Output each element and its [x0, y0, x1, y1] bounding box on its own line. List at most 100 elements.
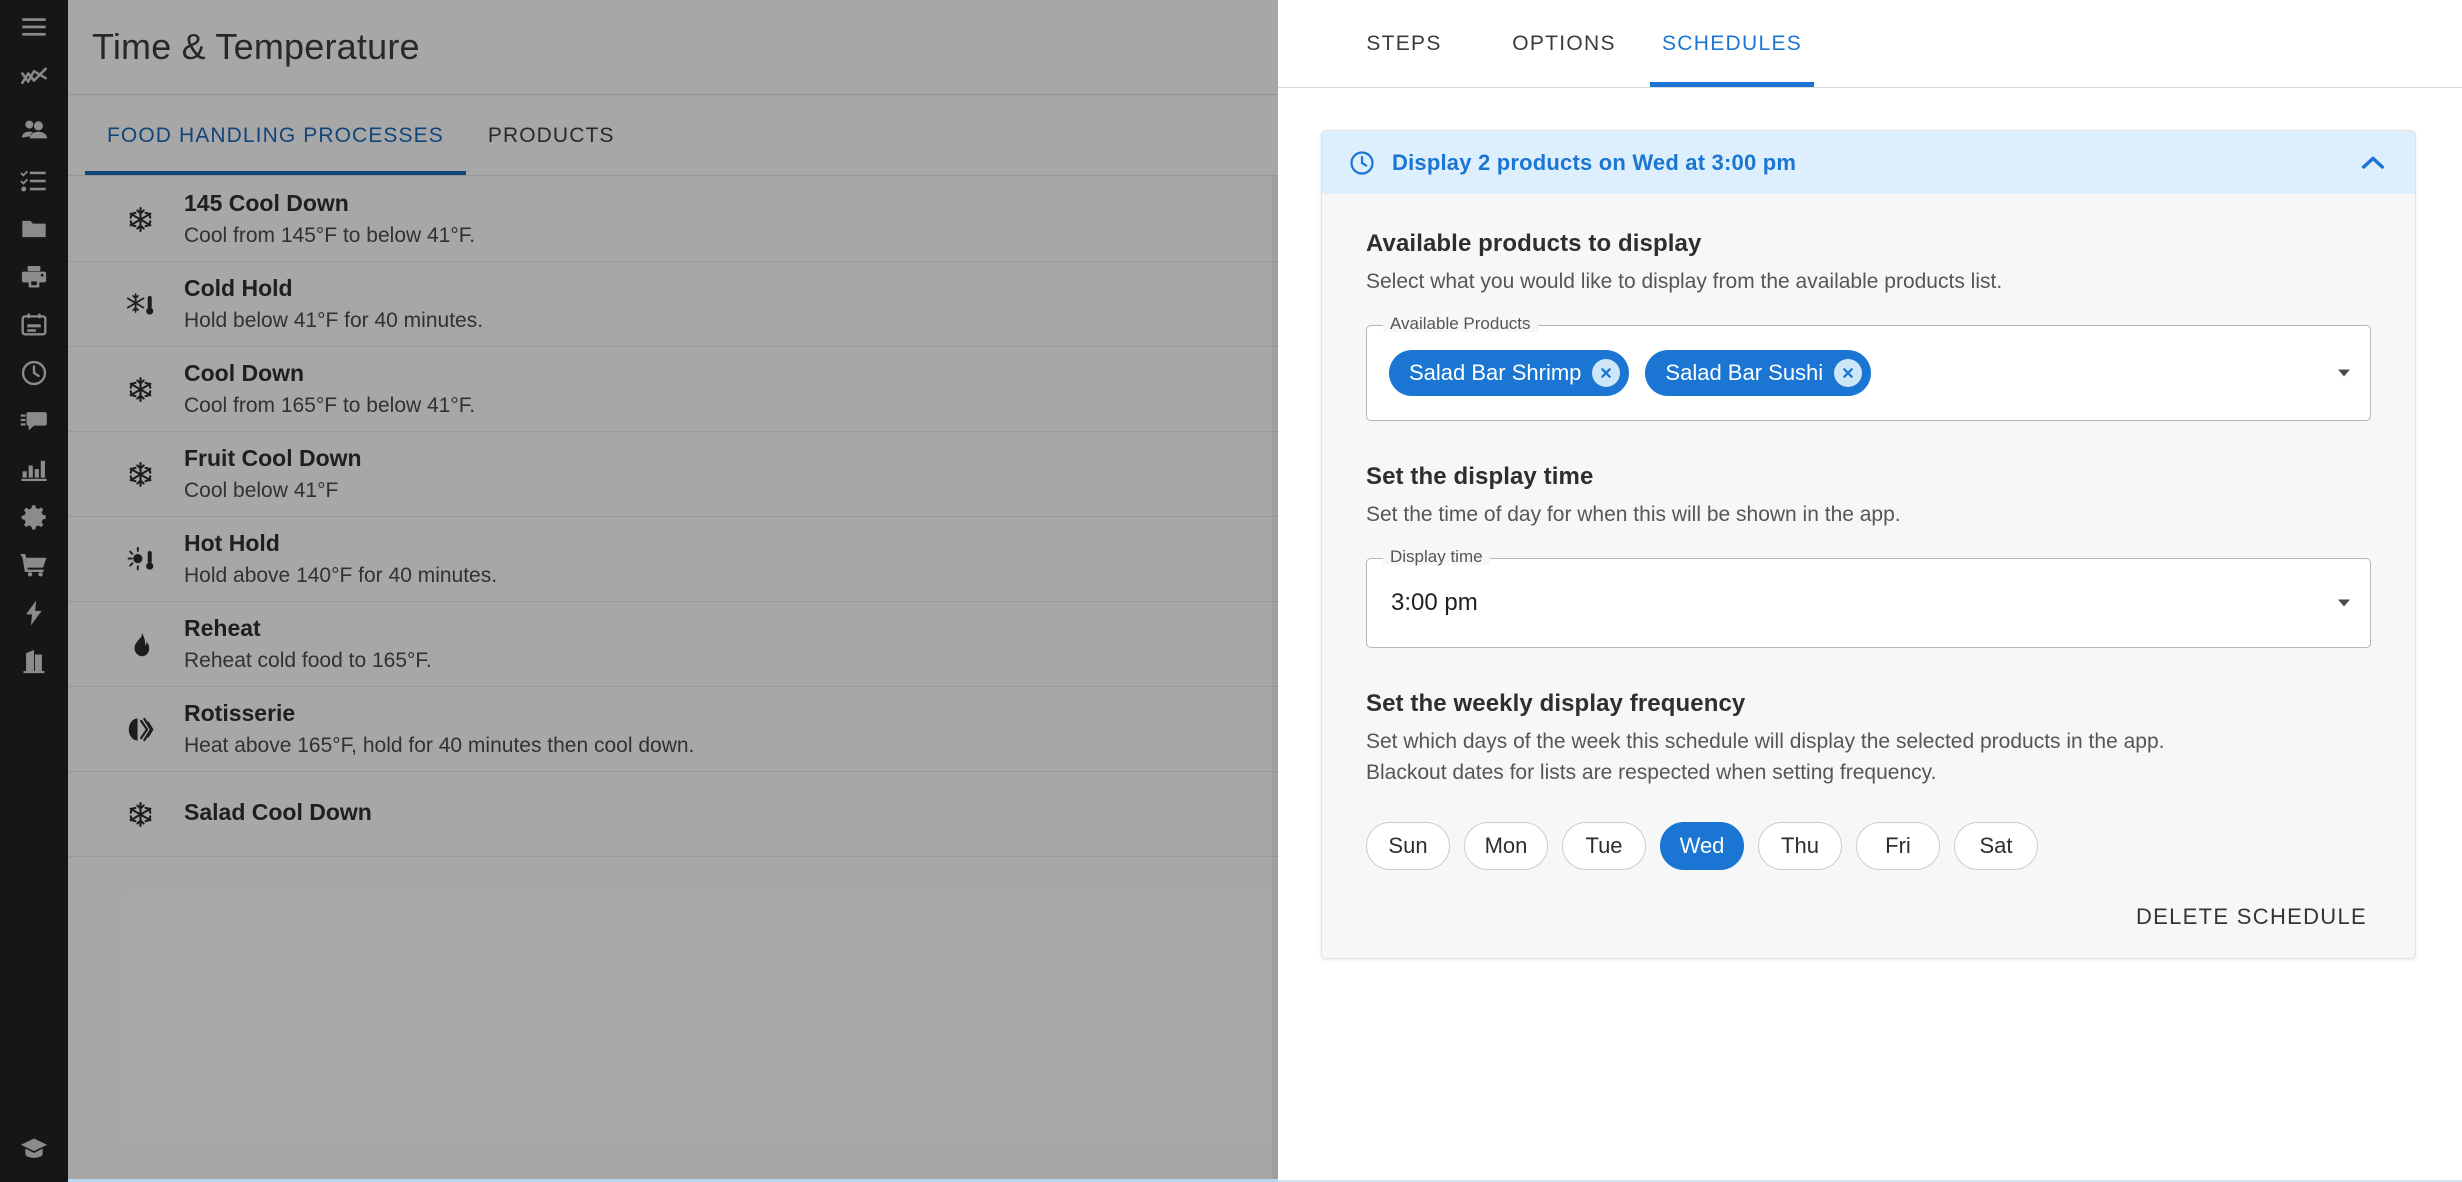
process-row[interactable]: 145 Cool Down Cool from 145°F to below 41…	[68, 177, 1278, 262]
tab-steps[interactable]: STEPS	[1324, 1, 1484, 87]
tab-label: FOOD HANDLING PROCESSES	[107, 124, 444, 147]
rail-item-printers[interactable]	[0, 252, 68, 302]
process-name: Fruit Cool Down	[184, 445, 362, 472]
rail-item-training[interactable]	[0, 1124, 68, 1174]
tab-food-handling-processes[interactable]: FOOD HANDLING PROCESSES	[85, 97, 466, 175]
day-toggle-thu[interactable]: Thu	[1758, 821, 1842, 870]
process-list[interactable]: 145 Cool Down Cool from 145°F to below 41…	[68, 177, 1278, 1182]
shopping-cart-icon	[20, 551, 48, 579]
display-time-field[interactable]: Display time 3:00 pm	[1366, 547, 2371, 648]
process-row[interactable]: Cold Hold Hold below 41°F for 40 minutes.	[68, 262, 1278, 347]
gear-icon	[20, 503, 48, 531]
page-title: Time & Temperature	[92, 26, 420, 67]
process-description: Hold above 140°F for 40 minutes.	[184, 563, 498, 587]
rail-item-reports[interactable]	[0, 444, 68, 494]
product-chip[interactable]: Salad Bar Sushi	[1645, 349, 1872, 396]
rail-item-store[interactable]	[0, 540, 68, 590]
schedule-card: Display 2 products on Wed at 3:00 pm Ava…	[1321, 130, 2416, 959]
rail-item-locations[interactable]	[0, 636, 68, 686]
process-text: Reheat Reheat cold food to 165°F.	[184, 614, 432, 674]
process-row[interactable]: Reheat Reheat cold food to 165°F.	[68, 602, 1278, 687]
rotisserie-icon	[114, 716, 166, 743]
process-description: Hold below 41°F for 40 minutes.	[184, 308, 484, 332]
process-text: Cool Down Cool from 165°F to below 41°F.	[184, 359, 475, 419]
process-text: Fruit Cool Down Cool below 41°F	[184, 444, 362, 504]
panel-body: Display 2 products on Wed at 3:00 pm Ava…	[1278, 89, 2462, 1182]
snowflake-icon	[114, 801, 166, 828]
process-row[interactable]: Salad Cool Down	[68, 772, 1278, 857]
process-description: Reheat cold food to 165°F.	[184, 648, 432, 672]
hamburger-menu-icon	[20, 13, 48, 41]
field-legend: Display time	[1383, 547, 1490, 565]
available-products-field[interactable]: Available Products Salad Bar Shrimp Sala…	[1366, 314, 2371, 421]
display-time-section: Set the display time Set the time of day…	[1366, 463, 2371, 648]
tab-schedules[interactable]: SCHEDULES	[1644, 1, 1820, 87]
rail-item-checklists[interactable]	[0, 156, 68, 206]
delete-schedule-button[interactable]: DELETE SCHEDULE	[2132, 896, 2371, 938]
rail-item-automations[interactable]	[0, 588, 68, 638]
app-root: Time & Temperature FOOD HANDLING PROCESS…	[0, 0, 2462, 1182]
process-description: Heat above 165°F, hold for 40 minutes th…	[184, 733, 695, 757]
caret-down-icon[interactable]	[2338, 599, 2350, 607]
tab-products[interactable]: PRODUCTS	[466, 97, 637, 175]
day-toggle-wed[interactable]: Wed	[1660, 821, 1744, 870]
graduation-cap-icon	[20, 1135, 48, 1163]
rail-item-analytics[interactable]	[0, 52, 68, 102]
day-toggle-mon[interactable]: Mon	[1464, 821, 1548, 870]
snowflake-icon	[114, 461, 166, 488]
schedule-card-body: Available products to display Select wha…	[1322, 194, 2415, 870]
process-text: 145 Cool Down Cool from 145°F to below 41…	[184, 189, 475, 249]
available-products-section: Available products to display Select wha…	[1366, 230, 2371, 421]
rail-item-menu[interactable]	[0, 2, 68, 52]
process-description: Cool below 41°F	[184, 478, 339, 502]
process-text: Hot Hold Hold above 140°F for 40 minutes.	[184, 529, 497, 589]
rail-item-folders[interactable]	[0, 204, 68, 254]
process-row[interactable]: Rotisserie Heat above 165°F, hold for 40 …	[68, 687, 1278, 772]
flame-icon	[114, 631, 166, 658]
day-toggle-tue[interactable]: Tue	[1562, 821, 1646, 870]
tab-label: SCHEDULES	[1662, 32, 1803, 55]
process-name: Salad Cool Down	[184, 798, 372, 825]
printer-icon	[20, 263, 48, 291]
section-subtitle: Set the time of day for when this will b…	[1366, 502, 1901, 526]
rail-item-messages[interactable]	[0, 396, 68, 446]
day-toggle-sat[interactable]: Sat	[1954, 821, 2038, 870]
tab-label: OPTIONS	[1512, 32, 1616, 55]
process-description: Cool from 145°F to below 41°F.	[184, 223, 476, 247]
chevron-up-icon[interactable]	[2357, 147, 2389, 179]
schedule-card-header[interactable]: Display 2 products on Wed at 3:00 pm	[1322, 131, 2415, 194]
schedule-summary-title: Display 2 products on Wed at 3:00 pm	[1392, 149, 1797, 175]
process-row[interactable]: Fruit Cool Down Cool below 41°F	[68, 432, 1278, 517]
rail-item-settings[interactable]	[0, 492, 68, 542]
close-circle-icon[interactable]	[1834, 358, 1863, 387]
caret-down-icon[interactable]	[2338, 369, 2350, 377]
sun-thermometer-icon	[114, 546, 166, 573]
lightning-bolt-icon	[20, 599, 48, 627]
chip-label: Salad Bar Sushi	[1665, 359, 1824, 385]
clock-icon	[20, 359, 48, 387]
product-chip[interactable]: Salad Bar Shrimp	[1389, 349, 1630, 396]
process-name: Rotisserie	[184, 700, 296, 727]
section-title: Available products to display	[1366, 230, 1702, 257]
day-toggle-sun[interactable]: Sun	[1366, 821, 1450, 870]
analytics-line-chart-icon	[20, 63, 48, 91]
snowflake-icon	[114, 376, 166, 403]
section-subtitle-line2: Blackout dates for lists are respected w…	[1366, 760, 1937, 784]
day-toggle-fri[interactable]: Fri	[1856, 821, 1940, 870]
icon-rail	[0, 0, 68, 1182]
close-circle-icon[interactable]	[1592, 358, 1621, 387]
tab-options[interactable]: OPTIONS	[1484, 1, 1644, 87]
rail-item-time-and-temperature[interactable]	[0, 348, 68, 398]
page-tabbar: FOOD HANDLING PROCESSES PRODUCTS	[68, 96, 1278, 176]
process-name: Hot Hold	[184, 530, 280, 557]
folder-icon	[20, 215, 48, 243]
rail-item-users[interactable]	[0, 104, 68, 154]
tab-label: PRODUCTS	[487, 124, 615, 147]
checklist-icon	[20, 167, 48, 195]
rail-item-labels[interactable]	[0, 300, 68, 350]
process-row[interactable]: Hot Hold Hold above 140°F for 40 minutes.	[68, 517, 1278, 602]
process-row[interactable]: Cool Down Cool from 165°F to below 41°F.	[68, 347, 1278, 432]
section-subtitle-line1: Set which days of the week this schedule…	[1366, 729, 2165, 753]
process-name: Cool Down	[184, 360, 305, 387]
snowflake-thermometer-icon	[114, 291, 166, 318]
